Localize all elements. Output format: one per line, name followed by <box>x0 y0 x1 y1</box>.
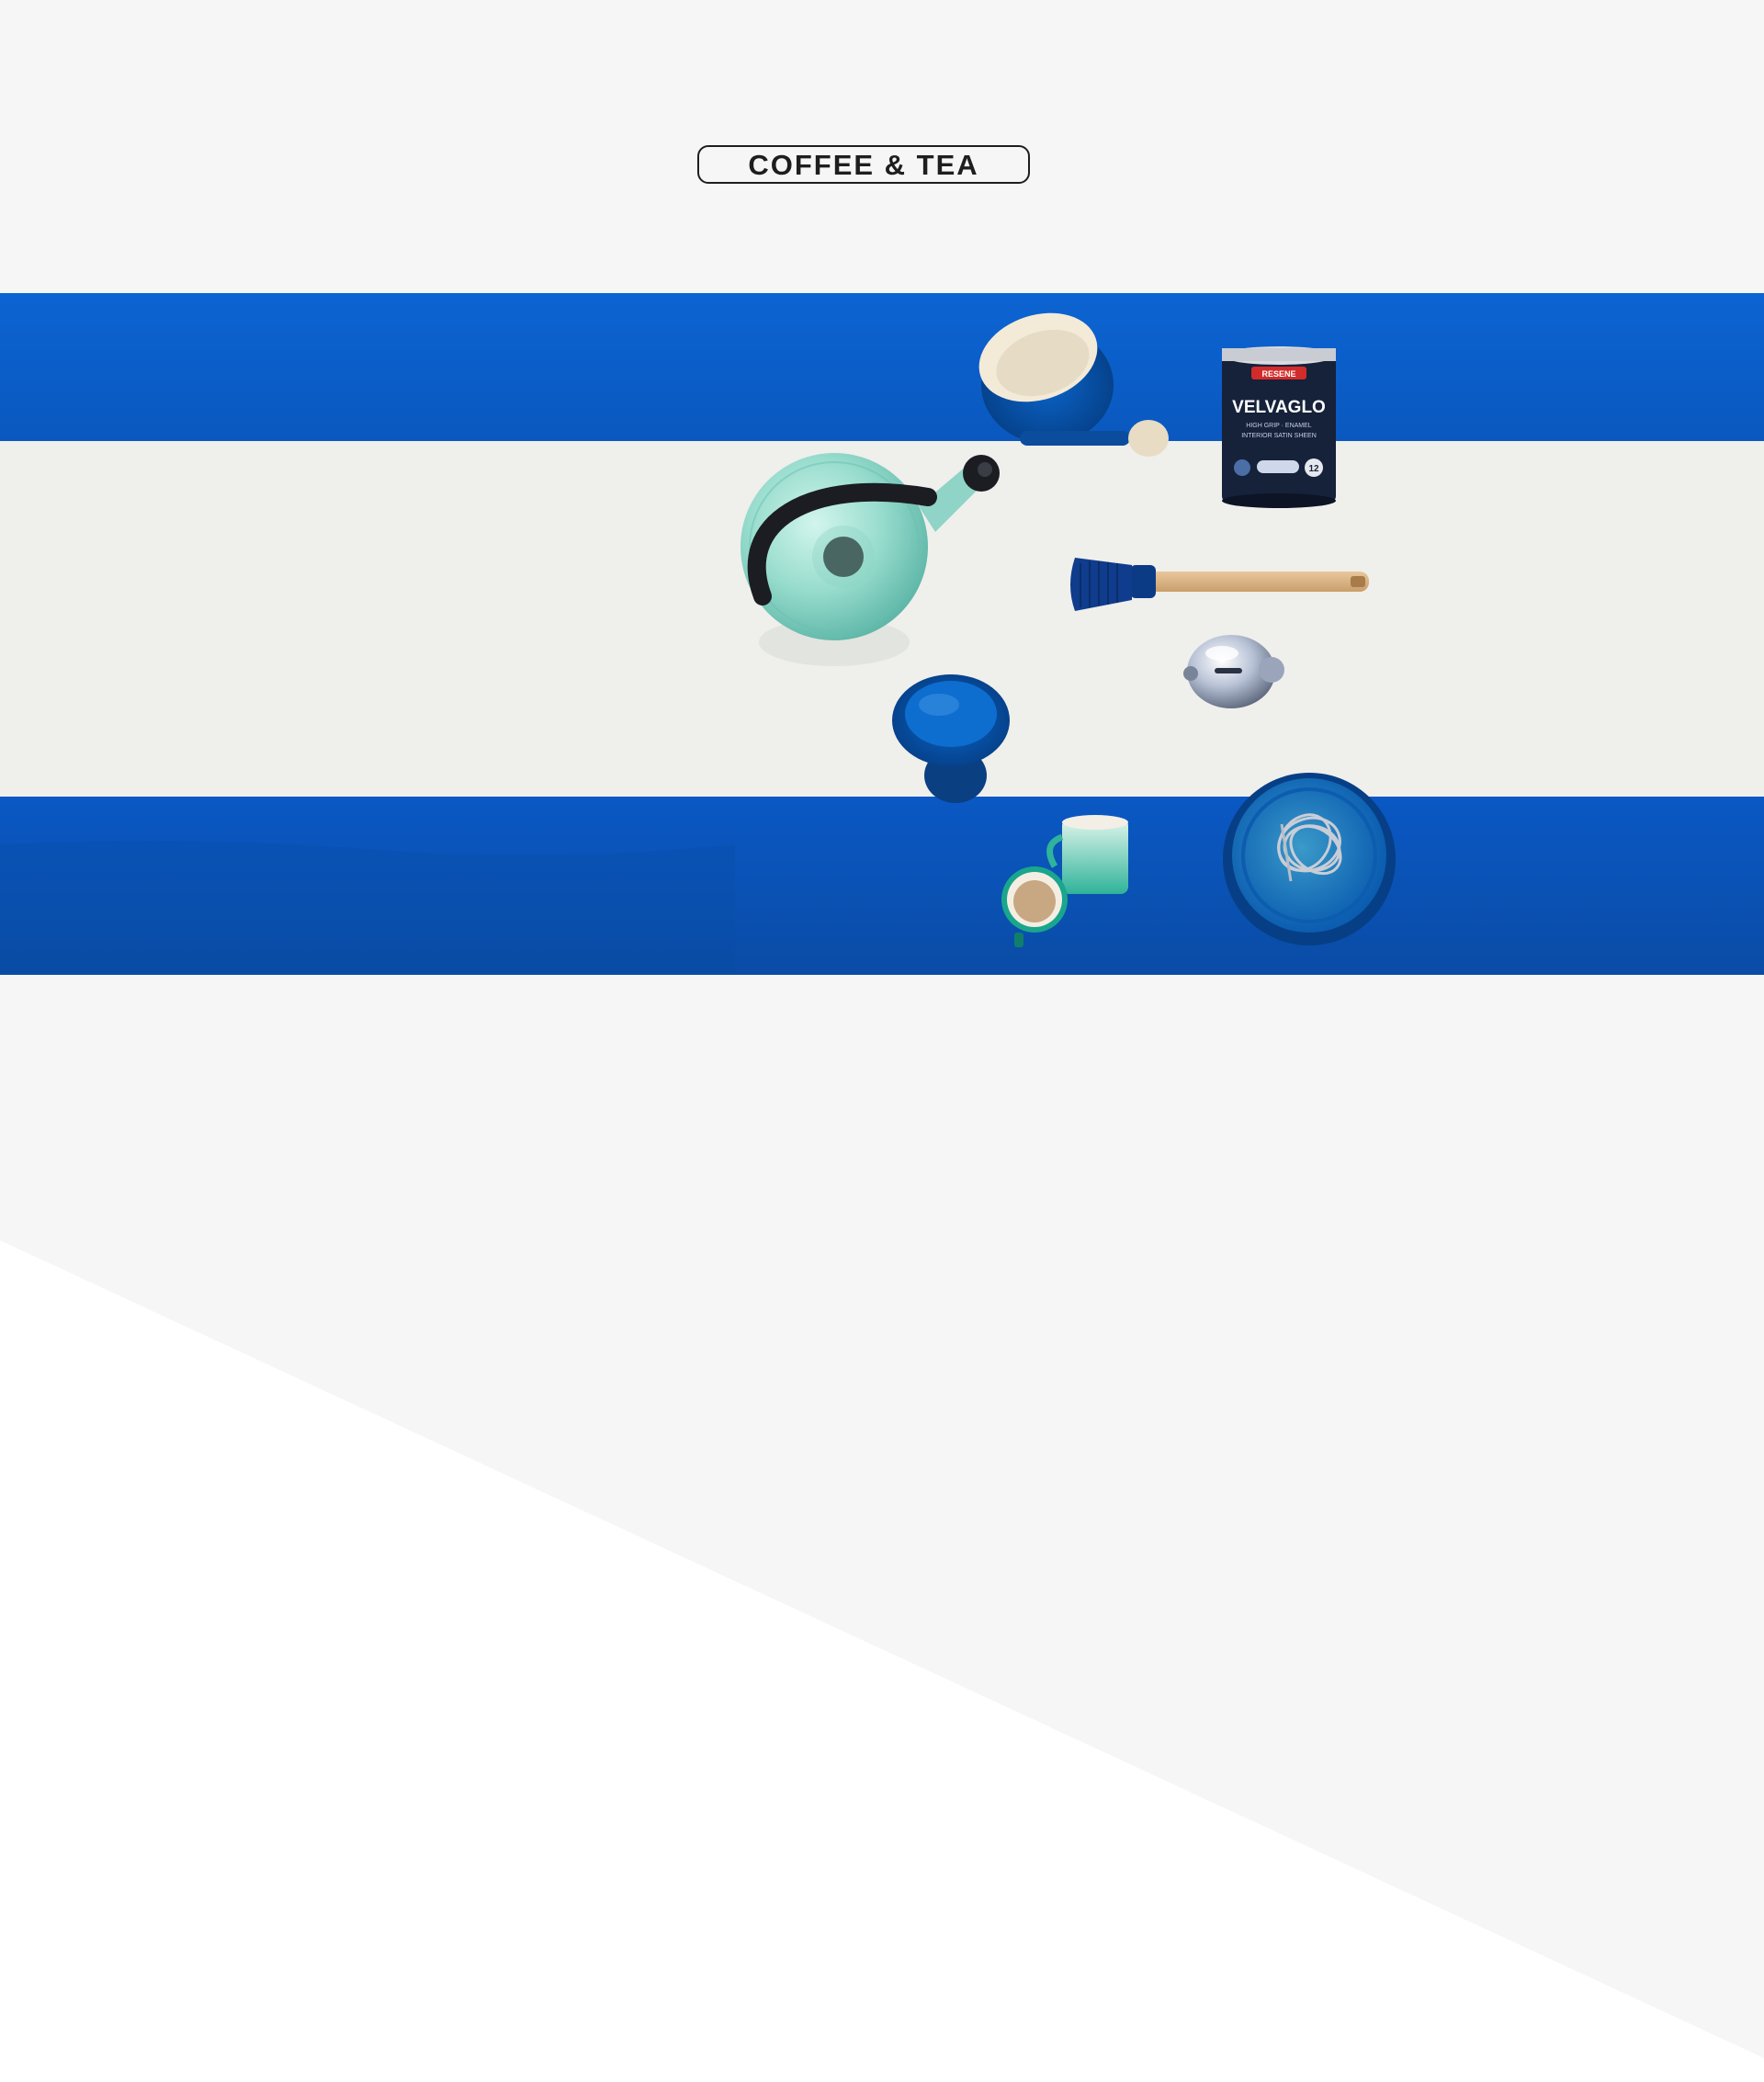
hero-image: RESENE VELVAGLO HIGH GRIP · ENAMEL INTER… <box>0 293 1764 975</box>
svg-text:INTERIOR SATIN SHEEN: INTERIOR SATIN SHEEN <box>1241 433 1317 439</box>
svg-text:VELVAGLO: VELVAGLO <box>1232 398 1326 417</box>
svg-text:RESENE: RESENE <box>1261 369 1295 379</box>
svg-text:12: 12 <box>1308 464 1319 474</box>
serving-bowl <box>1223 773 1396 945</box>
diagonal-background-panel <box>0 1240 1764 2082</box>
svg-text:HIGH GRIP · ENAMEL: HIGH GRIP · ENAMEL <box>1246 423 1312 429</box>
category-badge[interactable]: COFFEE & TEA <box>697 145 1030 184</box>
paint-can: RESENE VELVAGLO HIGH GRIP · ENAMEL INTER… <box>1222 346 1336 508</box>
